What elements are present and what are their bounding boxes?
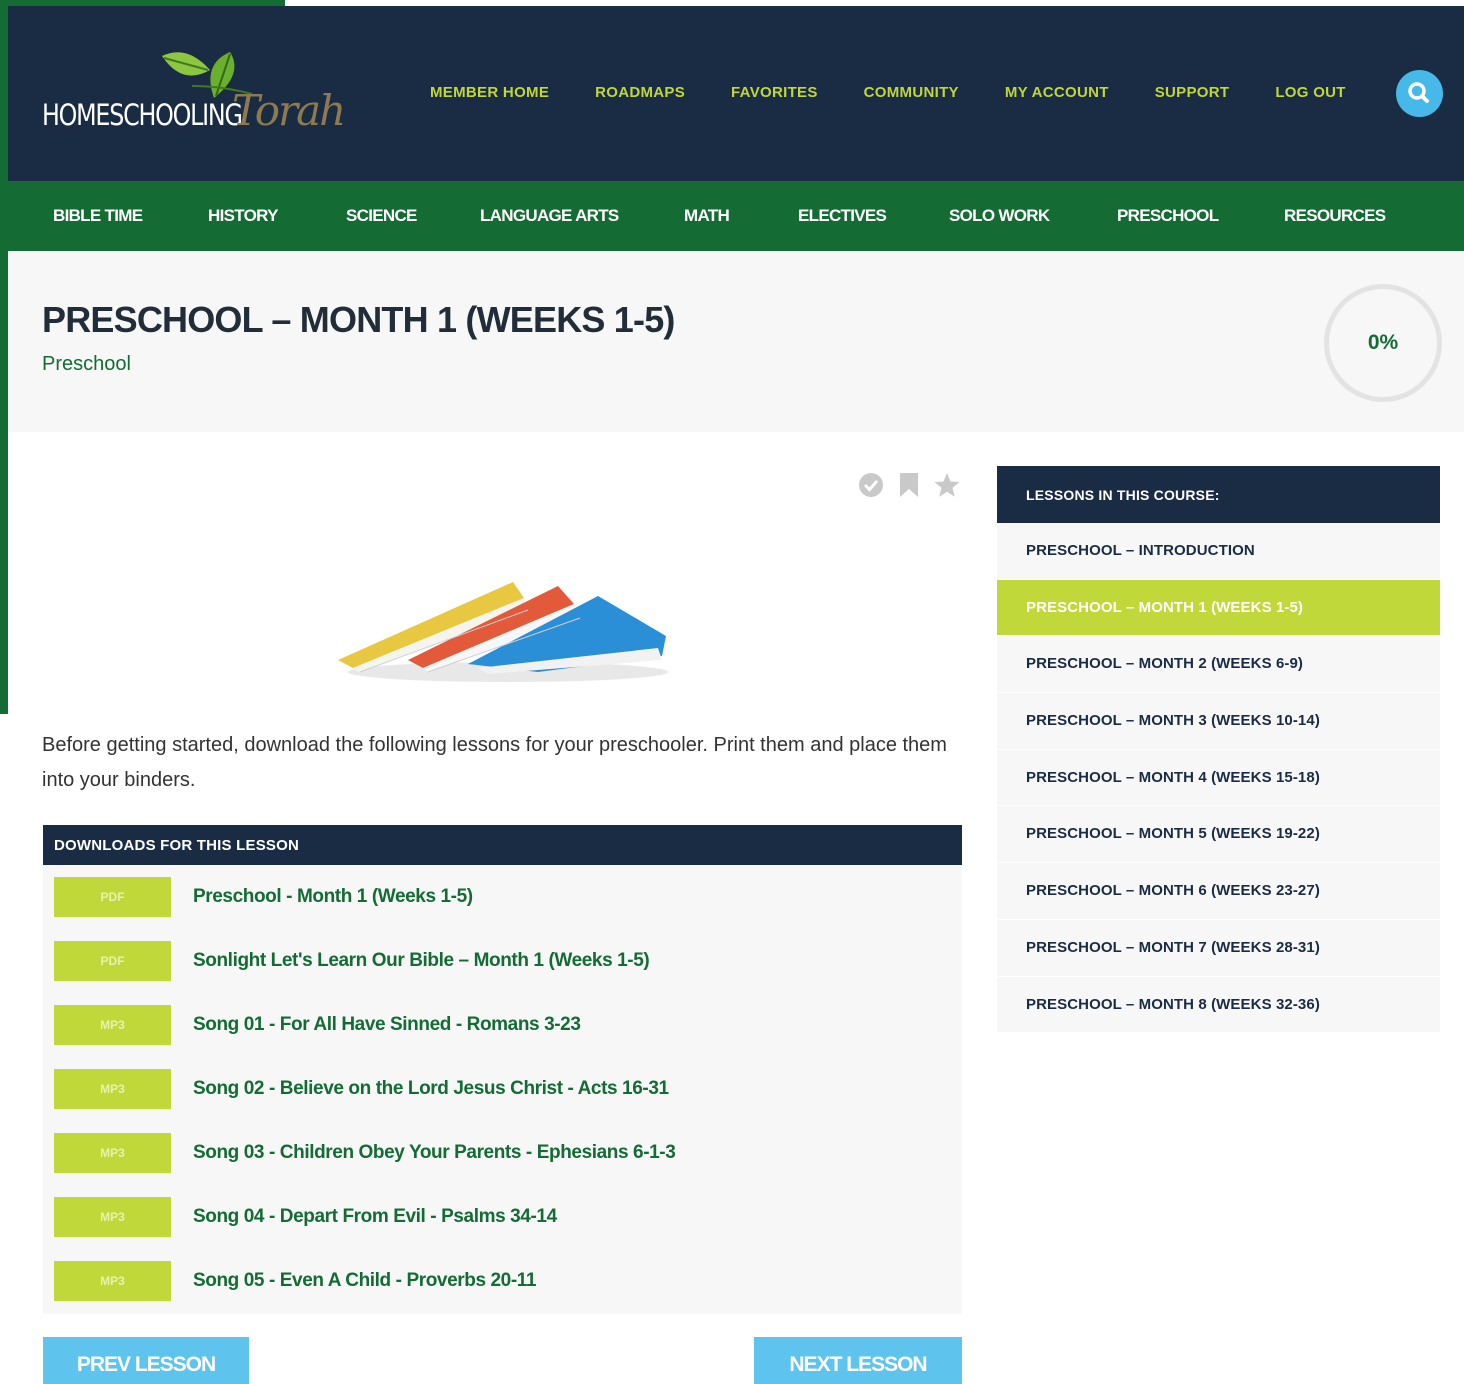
subnav-math[interactable]: MATH: [684, 206, 730, 226]
subnav-electives[interactable]: ELECTIVES: [798, 206, 887, 226]
nav-roadmaps[interactable]: ROADMAPS: [595, 84, 685, 101]
file-type-badge: MP3: [54, 1005, 171, 1045]
sidebar-lesson-month-5[interactable]: PRESCHOOL – MONTH 5 (WEEKS 19-22): [997, 806, 1440, 864]
file-type-badge: MP3: [54, 1133, 171, 1173]
sidebar-heading: LESSONS IN THIS COURSE:: [997, 466, 1440, 523]
star-icon[interactable]: [934, 472, 960, 498]
bookmark-icon[interactable]: [896, 472, 922, 498]
sidebar-lesson-introduction[interactable]: PRESCHOOL – INTRODUCTION: [997, 523, 1440, 580]
downloads-heading: DOWNLOADS FOR THIS LESSON: [43, 825, 962, 865]
lesson-actions: [858, 472, 960, 498]
nav-favorites[interactable]: FAVORITES: [731, 84, 818, 101]
download-link[interactable]: Song 04 - Depart From Evil - Psalms 34-1…: [193, 1206, 557, 1228]
subnav-resources[interactable]: RESOURCES: [1284, 206, 1386, 226]
nav-member-home[interactable]: MEMBER HOME: [430, 84, 549, 101]
downloads-panel: DOWNLOADS FOR THIS LESSON PDF Preschool …: [43, 825, 962, 1314]
subnav-preschool[interactable]: PRESCHOOL: [1117, 206, 1219, 226]
file-type-badge: MP3: [54, 1261, 171, 1301]
subject-nav: BIBLE TIME HISTORY SCIENCE LANGUAGE ARTS…: [8, 181, 1464, 251]
search-button[interactable]: [1396, 70, 1443, 117]
nav-log-out[interactable]: LOG OUT: [1275, 84, 1345, 101]
course-category-link[interactable]: Preschool: [42, 353, 131, 376]
download-item[interactable]: PDF Preschool - Month 1 (Weeks 1-5): [54, 877, 954, 917]
lesson-title-bar: PRESCHOOL – MONTH 1 (WEEKS 1-5) Preschoo…: [8, 251, 1464, 432]
next-lesson-button[interactable]: NEXT LESSON: [754, 1337, 962, 1384]
nav-support[interactable]: SUPPORT: [1155, 84, 1230, 101]
download-item[interactable]: PDF Sonlight Let's Learn Our Bible – Mon…: [54, 941, 954, 981]
sidebar-lesson-month-1[interactable]: PRESCHOOL – MONTH 1 (WEEKS 1-5): [997, 579, 1440, 637]
download-link[interactable]: Song 05 - Even A Child - Proverbs 20-11: [193, 1270, 536, 1292]
sidebar-lesson-month-8[interactable]: PRESCHOOL – MONTH 8 (WEEKS 32-36): [997, 976, 1440, 1034]
download-link[interactable]: Song 02 - Believe on the Lord Jesus Chri…: [193, 1078, 669, 1100]
download-item[interactable]: MP3 Song 04 - Depart From Evil - Psalms …: [54, 1197, 954, 1237]
subnav-science[interactable]: SCIENCE: [346, 206, 417, 226]
download-link[interactable]: Preschool - Month 1 (Weeks 1-5): [193, 886, 473, 908]
subnav-language-arts[interactable]: LANGUAGE ARTS: [480, 206, 619, 226]
logo-text: HOMESCHOOLING: [42, 98, 243, 132]
subnav-solo-work[interactable]: SOLO WORK: [949, 206, 1050, 226]
sidebar-lesson-month-4[interactable]: PRESCHOOL – MONTH 4 (WEEKS 15-18): [997, 749, 1440, 807]
main-nav: MEMBER HOME ROADMAPS FAVORITES COMMUNITY…: [430, 84, 1392, 101]
page-title: PRESCHOOL – MONTH 1 (WEEKS 1-5): [42, 299, 675, 340]
binders-image: [328, 560, 676, 690]
search-icon: [1408, 82, 1429, 103]
subnav-history[interactable]: HISTORY: [208, 206, 278, 226]
progress-indicator: 0%: [1324, 284, 1442, 402]
lesson-intro-text: Before getting started, download the fol…: [42, 734, 947, 791]
file-type-badge: PDF: [54, 877, 171, 917]
file-type-badge: MP3: [54, 1197, 171, 1237]
course-lessons-sidebar: LESSONS IN THIS COURSE: PRESCHOOL – INTR…: [997, 466, 1440, 1034]
subnav-bible-time[interactable]: BIBLE TIME: [53, 206, 143, 226]
download-item[interactable]: MP3 Song 02 - Believe on the Lord Jesus …: [54, 1069, 954, 1109]
download-item[interactable]: MP3 Song 05 - Even A Child - Proverbs 20…: [54, 1261, 954, 1301]
nav-my-account[interactable]: MY ACCOUNT: [1005, 84, 1109, 101]
download-item[interactable]: MP3 Song 01 - For All Have Sinned - Roma…: [54, 1005, 954, 1045]
frame-edge: [0, 0, 8, 714]
download-link[interactable]: Song 01 - For All Have Sinned - Romans 3…: [193, 1014, 581, 1036]
site-logo[interactable]: HOMESCHOOLING Torah: [42, 46, 352, 156]
logo-script: Torah: [232, 86, 346, 135]
check-circle-icon[interactable]: [858, 472, 884, 498]
file-type-badge: PDF: [54, 941, 171, 981]
nav-community[interactable]: COMMUNITY: [864, 84, 959, 101]
sidebar-lesson-month-6[interactable]: PRESCHOOL – MONTH 6 (WEEKS 23-27): [997, 863, 1440, 920]
sidebar-lesson-month-7[interactable]: PRESCHOOL – MONTH 7 (WEEKS 28-31): [997, 919, 1440, 977]
download-link[interactable]: Sonlight Let's Learn Our Bible – Month 1…: [193, 950, 650, 972]
file-type-badge: MP3: [54, 1069, 171, 1109]
download-item[interactable]: MP3 Song 03 - Children Obey Your Parents…: [54, 1133, 954, 1173]
sidebar-lesson-month-3[interactable]: PRESCHOOL – MONTH 3 (WEEKS 10-14): [997, 693, 1440, 750]
progress-label: 0%: [1367, 331, 1399, 354]
sidebar-lesson-month-2[interactable]: PRESCHOOL – MONTH 2 (WEEKS 6-9): [997, 636, 1440, 694]
site-header: HOMESCHOOLING Torah MEMBER HOME ROADMAPS…: [8, 6, 1464, 181]
prev-lesson-button[interactable]: PREV LESSON: [43, 1337, 249, 1384]
download-link[interactable]: Song 03 - Children Obey Your Parents - E…: [193, 1142, 676, 1164]
